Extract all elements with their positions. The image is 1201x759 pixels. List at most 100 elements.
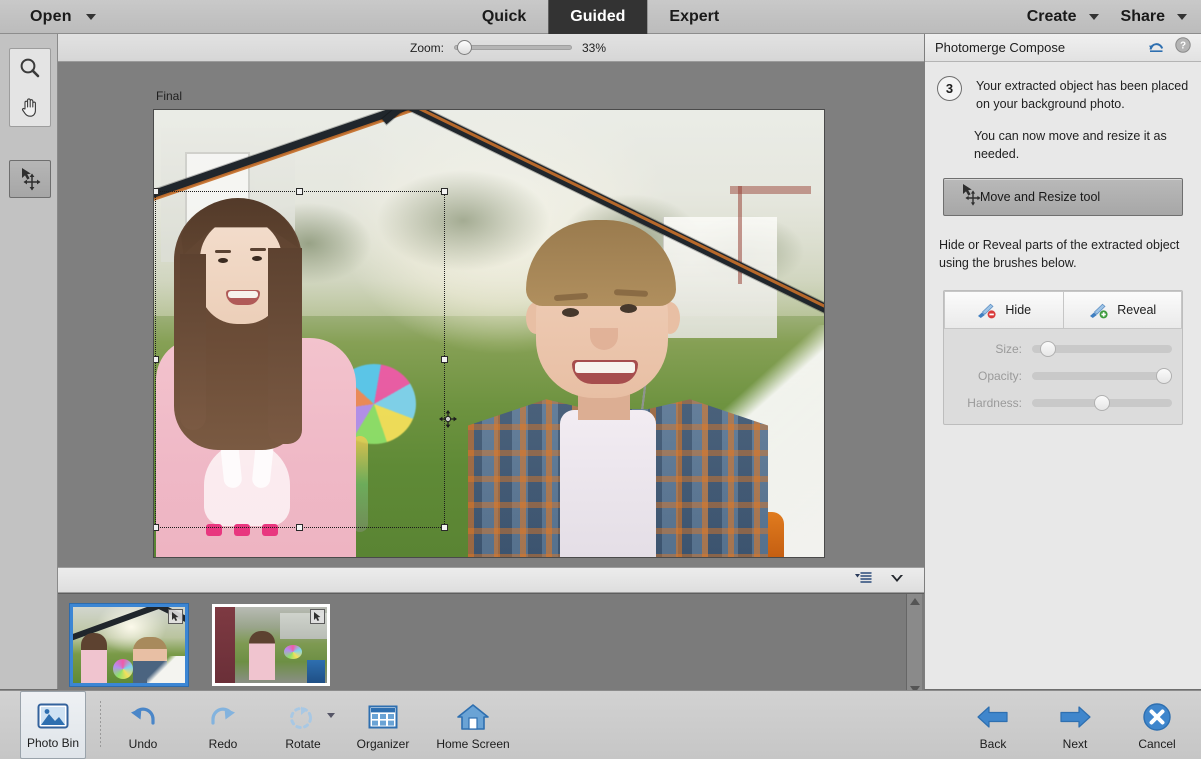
brush-controls: Hide Reveal Size: [943, 290, 1183, 425]
redo-arrow-icon [207, 699, 239, 735]
list-menu-icon [854, 571, 872, 585]
size-slider-thumb[interactable] [1040, 341, 1056, 357]
undo-label: Undo [129, 737, 158, 751]
selection-bounding-box[interactable] [155, 191, 445, 528]
next-arrow-icon [1058, 699, 1092, 735]
rotate-label: Rotate [285, 737, 320, 751]
hide-brush-label: Hide [1005, 303, 1031, 317]
tab-quick[interactable]: Quick [460, 0, 548, 34]
mode-tab-group: Quick Guided Expert [460, 0, 741, 34]
zoom-value: 33% [582, 41, 612, 55]
size-slider-label: Size: [954, 342, 1022, 356]
cancel-label: Cancel [1138, 737, 1175, 751]
move-and-resize-tool-label: Move and Resize tool [980, 190, 1100, 204]
back-button[interactable]: Back [965, 693, 1021, 751]
home-screen-button[interactable]: Home Screen [425, 693, 521, 751]
photo-bin-label: Photo Bin [27, 736, 79, 750]
composite-photo[interactable] [153, 109, 825, 558]
boy-tee [560, 410, 656, 558]
search-icon [18, 56, 42, 80]
redo-button[interactable]: Redo [185, 693, 261, 751]
open-menu-button[interactable]: Open [22, 0, 104, 34]
selection-handle-bottom-left[interactable] [153, 524, 159, 531]
chevron-down-icon [86, 14, 96, 20]
undo-button[interactable]: Undo [105, 693, 181, 751]
boy-hair [526, 220, 676, 306]
organizer-label: Organizer [357, 737, 410, 751]
hardness-slider[interactable] [1032, 399, 1172, 407]
selection-handle-middle-left[interactable] [153, 356, 159, 363]
step-instruction-text: Your extracted object has been placed on… [976, 76, 1189, 113]
home-icon [456, 699, 490, 735]
selection-handle-bottom-center[interactable] [296, 524, 303, 531]
tab-expert[interactable]: Expert [647, 0, 741, 34]
top-menu-bar: Open Quick Guided Expert Create Share [0, 0, 1201, 34]
reveal-brush-button[interactable]: Reveal [1064, 291, 1183, 329]
scroll-up-arrow-icon[interactable] [910, 598, 920, 605]
back-arrow-icon [976, 699, 1010, 735]
canvas-stage[interactable]: Final [58, 62, 924, 567]
size-slider-row: Size: [954, 342, 1172, 356]
svg-text:?: ? [1180, 41, 1186, 52]
boy-eye [562, 308, 579, 317]
brush-hint-text: Hide or Reveal parts of the extracted ob… [939, 236, 1187, 272]
selection-handle-top-left[interactable] [153, 188, 159, 195]
list-item[interactable] [70, 604, 188, 686]
opacity-slider-label: Opacity: [954, 369, 1022, 383]
chevron-down-icon[interactable] [327, 713, 335, 718]
rotate-button[interactable]: Rotate [265, 693, 341, 751]
create-menu-button[interactable]: Create [1027, 8, 1099, 26]
help-question-icon: ? [1175, 37, 1191, 53]
hide-brush-button[interactable]: Hide [944, 291, 1064, 329]
reset-button[interactable] [1148, 38, 1165, 58]
opacity-slider-row: Opacity: [954, 369, 1172, 383]
photo-bin-button[interactable]: Photo Bin [10, 693, 96, 699]
status-list-menu-button[interactable] [854, 571, 872, 590]
guided-edit-panel: Photomerge Compose ? [924, 34, 1201, 689]
opacity-slider[interactable] [1032, 372, 1172, 380]
cancel-button[interactable]: Cancel [1129, 693, 1185, 751]
move-resize-arrow-icon [958, 182, 984, 211]
tab-guided[interactable]: Guided [548, 0, 647, 34]
move-and-resize-tool-button[interactable]: Move and Resize tool [943, 178, 1183, 216]
opacity-slider-thumb[interactable] [1156, 368, 1172, 384]
application-window: Open Quick Guided Expert Create Share [0, 0, 1201, 759]
hardness-slider-label: Hardness: [954, 396, 1022, 410]
zoom-tool-button[interactable] [10, 49, 50, 87]
step-instruction: 3 Your extracted object has been placed … [937, 76, 1189, 113]
selection-handle-bottom-right[interactable] [441, 524, 448, 531]
selection-handle-middle-right[interactable] [441, 356, 448, 363]
bottom-toolbar: Photo Bin Undo [0, 690, 1201, 759]
list-item[interactable] [212, 604, 330, 686]
back-label: Back [980, 737, 1007, 751]
help-button[interactable]: ? [1175, 37, 1191, 58]
selection-handle-top-right[interactable] [441, 188, 448, 195]
zoom-slider[interactable] [454, 45, 572, 50]
brush-minus-icon [976, 301, 996, 319]
topbar-right-group: Create Share [1027, 0, 1187, 34]
undo-arrow-icon [127, 699, 159, 735]
organizer-button[interactable]: Organizer [345, 693, 421, 751]
share-menu-button[interactable]: Share [1121, 8, 1187, 26]
selection-handle-top-center[interactable] [296, 188, 303, 195]
hand-icon [18, 95, 42, 119]
move-resize-tool-button[interactable] [9, 160, 51, 198]
organizer-grid-icon [367, 699, 399, 735]
panel-header: Photomerge Compose ? [925, 34, 1201, 62]
photo-bin-scrollbar[interactable] [906, 594, 922, 697]
chevron-down-icon [1177, 14, 1187, 20]
zoom-slider-thumb[interactable] [457, 40, 472, 55]
next-button[interactable]: Next [1047, 693, 1103, 751]
canvas-status-bar [58, 567, 924, 593]
open-menu-label: Open [30, 8, 72, 26]
boy-subject [474, 220, 774, 558]
panel-header-icons: ? [1148, 37, 1191, 58]
zoom-control: Zoom: 33% [410, 41, 612, 55]
edit-badge-icon [168, 609, 183, 624]
hardness-slider-thumb[interactable] [1094, 395, 1110, 411]
size-slider[interactable] [1032, 345, 1172, 353]
boy-eye [620, 304, 637, 313]
divider [100, 701, 101, 747]
status-expand-button[interactable] [888, 571, 906, 590]
hand-tool-button[interactable] [10, 88, 50, 126]
